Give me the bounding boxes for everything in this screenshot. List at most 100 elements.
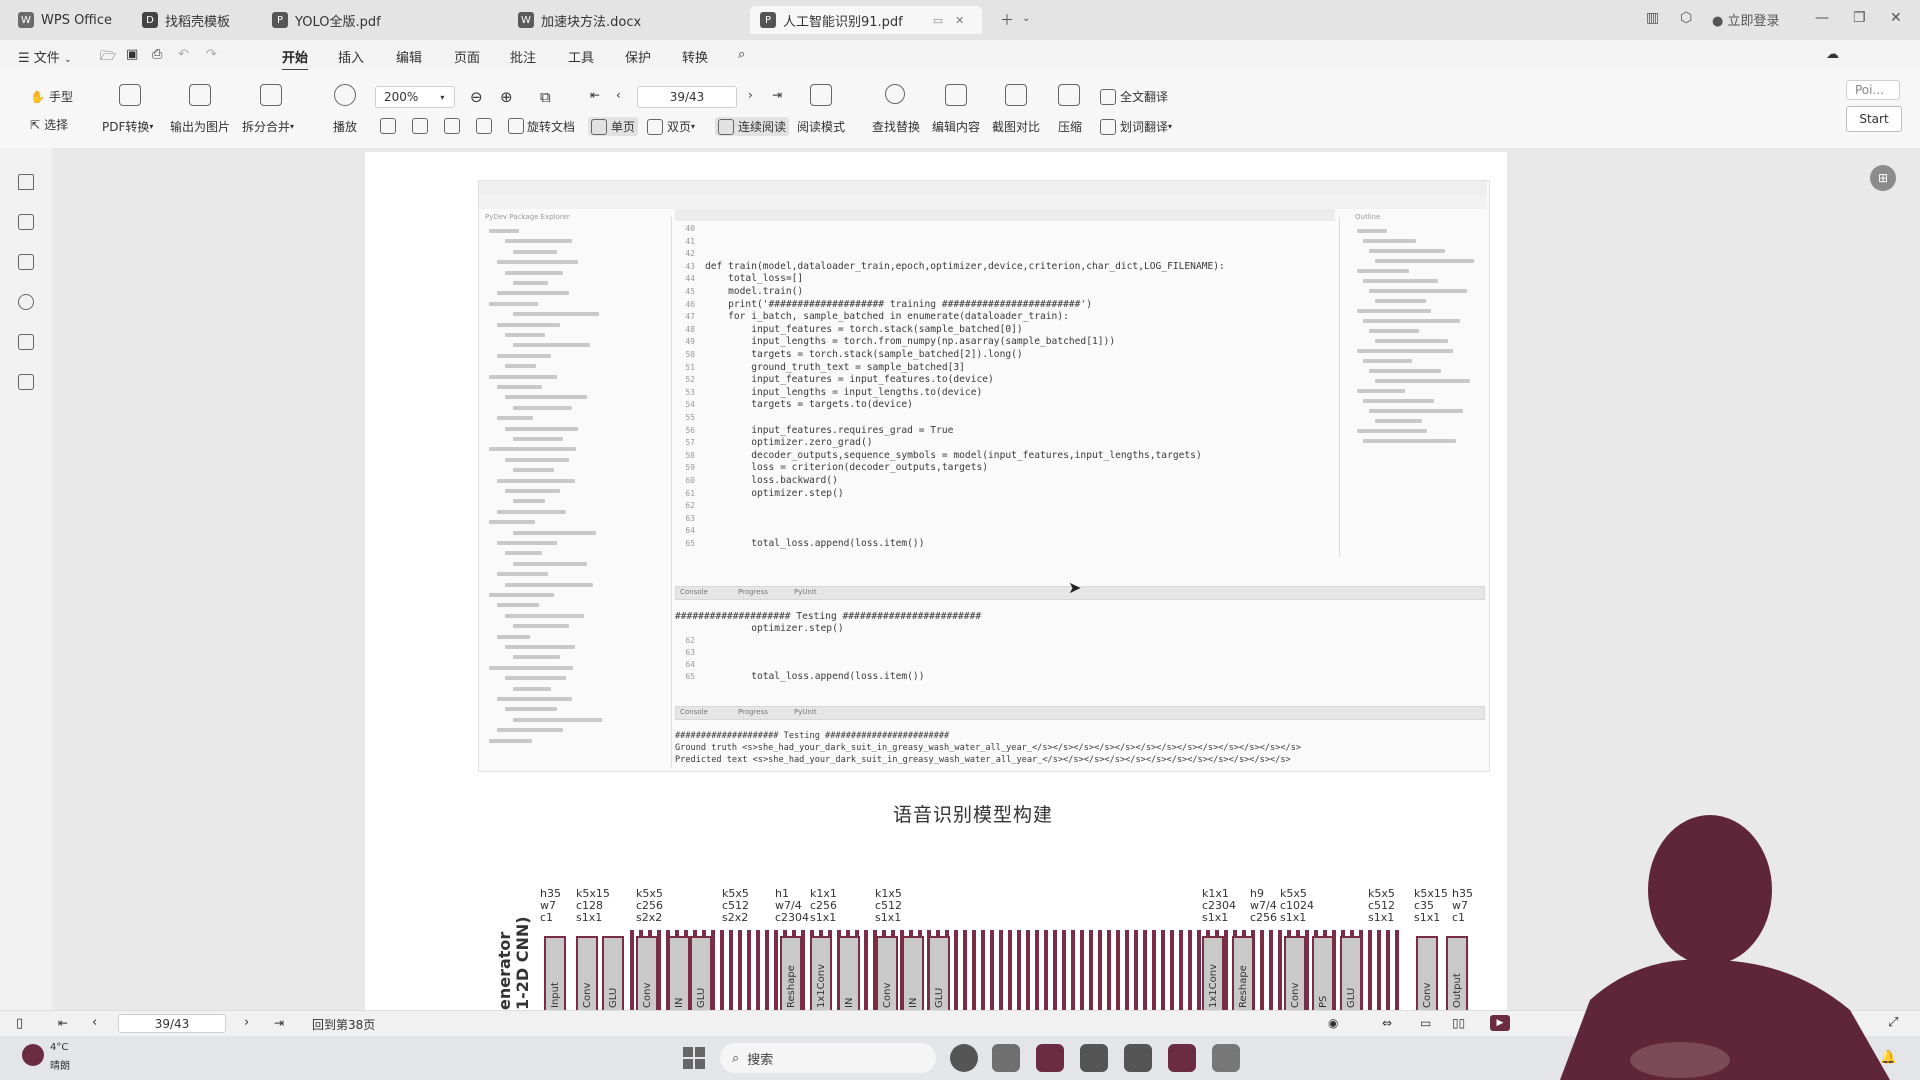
prev-page-icon[interactable]: ‹ bbox=[92, 1015, 97, 1030]
app-home-tab[interactable]: W WPS Office bbox=[8, 6, 122, 34]
goto-page-link[interactable]: 回到第38页 bbox=[312, 1016, 375, 1033]
code-line[interactable]: loss.backward() bbox=[705, 475, 838, 486]
tree-item[interactable] bbox=[505, 613, 584, 618]
outline-item[interactable] bbox=[1357, 309, 1431, 313]
menu-item-start[interactable]: 开始 bbox=[282, 47, 309, 71]
restore-icon[interactable]: ❐ bbox=[1853, 10, 1866, 26]
tree-item[interactable] bbox=[513, 405, 572, 410]
thumbnail-icon[interactable] bbox=[18, 214, 34, 230]
last-page-icon[interactable]: ⇥ bbox=[772, 88, 782, 102]
sidebar-toggle-icon[interactable]: ▯ bbox=[16, 1016, 23, 1031]
menu-item-tools[interactable]: 工具 bbox=[568, 47, 594, 66]
outline-item[interactable] bbox=[1369, 409, 1463, 413]
menu-item-protect[interactable]: 保护 bbox=[625, 47, 651, 66]
outline-item[interactable] bbox=[1357, 229, 1387, 233]
tree-item[interactable] bbox=[497, 697, 572, 701]
console-tab[interactable]: Console bbox=[680, 708, 708, 716]
double-page-button[interactable]: 双页 ▾ bbox=[647, 118, 695, 135]
save-icon[interactable]: ▣ bbox=[126, 47, 138, 62]
tree-item[interactable] bbox=[513, 437, 563, 441]
outline-item[interactable] bbox=[1363, 239, 1416, 243]
redo-icon[interactable]: ↷ bbox=[206, 47, 217, 62]
code-line[interactable]: loss = criterion(decoder_outputs,targets… bbox=[705, 462, 988, 473]
layers-icon[interactable] bbox=[18, 374, 34, 390]
page-field[interactable]: 39/43 bbox=[637, 86, 737, 108]
outline-item[interactable] bbox=[1357, 389, 1405, 393]
pycharm-icon[interactable] bbox=[1036, 1044, 1064, 1072]
side-search-field[interactable]: Poi... bbox=[1846, 80, 1900, 100]
split-merge-button[interactable]: 拆分合并 ▾ bbox=[242, 118, 294, 135]
browser-icon[interactable] bbox=[950, 1044, 978, 1072]
single-page-view-icon[interactable]: ▭ bbox=[1420, 1016, 1431, 1030]
taskbar-search[interactable]: ⌕ 搜索 bbox=[720, 1043, 936, 1073]
tree-item[interactable] bbox=[505, 270, 563, 275]
code-line[interactable]: total_loss=[] bbox=[705, 273, 803, 284]
full-translate-button[interactable]: 全文翻译 bbox=[1100, 88, 1168, 105]
tree-item[interactable] bbox=[497, 291, 569, 296]
outline-item[interactable] bbox=[1363, 319, 1460, 323]
tree-item[interactable] bbox=[497, 509, 566, 514]
tab-docx[interactable]: W 加速块方法.docx bbox=[508, 6, 651, 34]
pyunit-tab[interactable]: PyUnit bbox=[794, 708, 817, 716]
tree-item[interactable] bbox=[497, 416, 533, 421]
print-icon[interactable]: ⎙ bbox=[152, 47, 162, 62]
tool-icon[interactable] bbox=[1212, 1044, 1240, 1072]
tree-item[interactable] bbox=[505, 645, 575, 649]
tree-item[interactable] bbox=[497, 353, 551, 358]
fit-page-icon[interactable]: ⧉ bbox=[540, 88, 551, 106]
tree-item[interactable] bbox=[513, 655, 560, 660]
new-tab-icon[interactable]: ＋ bbox=[1000, 10, 1014, 30]
code-line[interactable]: def train(model,dataloader_train,epoch,o… bbox=[705, 261, 1225, 272]
word-translate-button[interactable]: 划词翻译 ▾ bbox=[1100, 118, 1172, 135]
tree-item[interactable] bbox=[505, 426, 578, 431]
menu-item-convert[interactable]: 转换 bbox=[682, 47, 708, 66]
start-button[interactable]: Start bbox=[1846, 106, 1902, 132]
continuous-read-button[interactable]: 连续阅读 bbox=[715, 117, 790, 136]
tab-yolo-pdf[interactable]: P YOLO全版.pdf bbox=[262, 6, 391, 34]
code-line[interactable]: ground_truth_text = sample_batched[3] bbox=[705, 362, 965, 373]
tree-item[interactable] bbox=[505, 239, 572, 244]
tree-item[interactable] bbox=[497, 322, 560, 327]
undo-icon[interactable]: ↶ bbox=[178, 47, 189, 62]
zoom-in-icon[interactable]: ⊕ bbox=[500, 88, 513, 106]
tree-item[interactable] bbox=[513, 281, 548, 285]
code-line[interactable]: print('#################### training ###… bbox=[705, 299, 1092, 310]
outline-item[interactable] bbox=[1363, 359, 1412, 363]
outline-item[interactable] bbox=[1357, 349, 1453, 353]
tree-item[interactable] bbox=[505, 364, 536, 369]
attachment-icon[interactable] bbox=[18, 294, 34, 310]
play-button[interactable]: 播放 bbox=[333, 118, 357, 135]
pdf-convert-button[interactable]: PDF转换 ▾ bbox=[102, 118, 153, 135]
monitor-icon[interactable]: ▭ bbox=[933, 14, 943, 27]
double-page-view-icon[interactable]: ▯▯ bbox=[1452, 1016, 1465, 1030]
export-image-button[interactable]: 输出为图片 bbox=[170, 118, 230, 135]
bookmark-icon[interactable] bbox=[18, 174, 34, 190]
tree-item[interactable] bbox=[513, 468, 554, 473]
minimize-icon[interactable]: — bbox=[1815, 10, 1829, 26]
outline-item[interactable] bbox=[1363, 439, 1456, 443]
tree-item[interactable] bbox=[497, 634, 530, 639]
tree-item[interactable] bbox=[489, 374, 557, 379]
status-page-field[interactable]: 39/43 bbox=[118, 1014, 226, 1033]
find-replace-button[interactable]: 查找替换 bbox=[872, 118, 920, 135]
compare-button[interactable]: 截图对比 bbox=[992, 118, 1040, 135]
tree-item[interactable] bbox=[513, 561, 587, 566]
outline-item[interactable] bbox=[1375, 379, 1470, 383]
folder-icon[interactable] bbox=[992, 1044, 1020, 1072]
rotate-doc-button[interactable]: 旋转文档 bbox=[527, 118, 575, 135]
tree-item[interactable] bbox=[497, 603, 539, 608]
outline-item[interactable] bbox=[1369, 329, 1419, 333]
code-line[interactable]: input_lengths = input_lengths.to(device) bbox=[705, 387, 982, 398]
tree-item[interactable] bbox=[505, 676, 566, 681]
next-page-icon[interactable]: › bbox=[244, 1015, 249, 1030]
first-page-icon[interactable]: ⇤ bbox=[58, 1016, 68, 1030]
tree-item[interactable] bbox=[497, 260, 578, 265]
ai-assistant-icon[interactable]: ⊞ bbox=[1870, 165, 1896, 191]
code-line[interactable]: decoder_outputs,sequence_symbols = model… bbox=[705, 450, 1202, 461]
code-line[interactable]: total_loss.append(loss.item()) bbox=[705, 538, 924, 549]
next-page-icon[interactable]: › bbox=[748, 88, 753, 102]
tree-item[interactable] bbox=[489, 301, 538, 306]
code-line[interactable]: model.train() bbox=[705, 286, 803, 297]
wps-taskbar-icon[interactable] bbox=[1168, 1044, 1196, 1072]
crop-icon[interactable] bbox=[380, 118, 396, 134]
